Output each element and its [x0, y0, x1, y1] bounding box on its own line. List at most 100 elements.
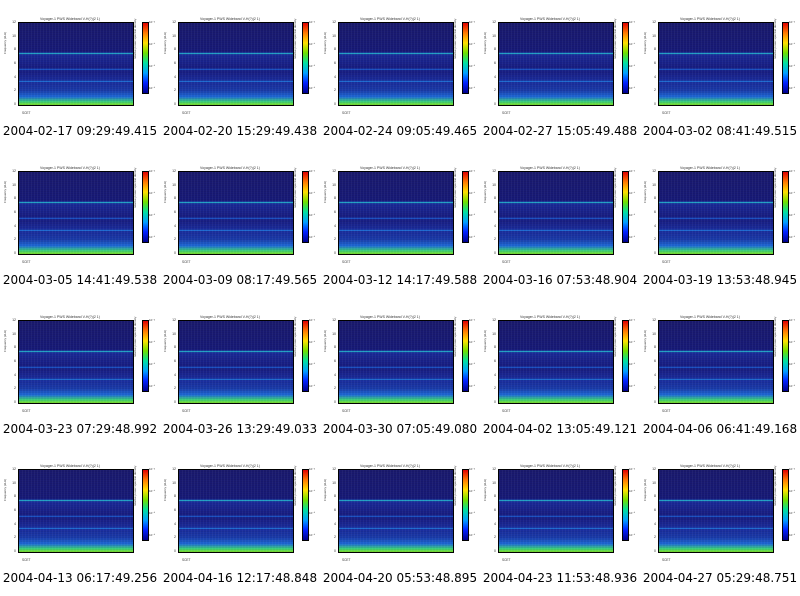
utc-label: SCET: [22, 111, 31, 115]
gallery-item[interactable]: Voyager-1 PWS Wideband V-H(?)(2 1) Freque…: [0, 149, 160, 298]
timestamp-caption[interactable]: 2004-03-09 08:17:49.565: [160, 273, 320, 287]
timestamp-caption[interactable]: 2004-04-20 05:53:48.895: [320, 571, 480, 585]
gallery-item[interactable]: Voyager-1 PWS Wideband V-H(?)(2 1) Freque…: [320, 298, 480, 447]
colorbar-tick-label: 10⁻⁶: [149, 235, 156, 239]
timestamp-caption[interactable]: 2004-03-19 13:53:48.945: [640, 273, 800, 287]
timestamp-caption[interactable]: 2004-02-17 09:29:49.415: [0, 124, 160, 138]
timestamp-caption[interactable]: 2004-03-12 14:17:49.588: [320, 273, 480, 287]
spectrogram-thumbnail[interactable]: Voyager-1 PWS Wideband V-H(?)(2 1) Freque…: [640, 163, 800, 264]
timestamp-caption[interactable]: 2004-04-16 12:17:48.848: [160, 571, 320, 585]
spectrogram-plot: [178, 171, 294, 255]
gallery-item[interactable]: Voyager-1 PWS Wideband V-H(?)(2 1) Freque…: [160, 447, 320, 596]
y-tick-label: 8: [174, 494, 176, 499]
y-axis-ticks: 12 10 8 6 4 2 0: [486, 467, 496, 553]
spectrogram-thumbnail[interactable]: Voyager-1 PWS Wideband V-H(?)(2 1) Freque…: [640, 312, 800, 413]
timestamp-caption[interactable]: 2004-04-27 05:29:48.751: [640, 571, 800, 585]
timestamp-caption[interactable]: 2004-03-16 07:53:48.904: [480, 273, 640, 287]
gallery-item[interactable]: Voyager-1 PWS Wideband V-H(?)(2 1) Freque…: [480, 0, 640, 149]
spectrogram-thumbnail[interactable]: Voyager-1 PWS Wideband V-H(?)(2 1) Freque…: [0, 163, 160, 264]
spectrogram-thumbnail[interactable]: Voyager-1 PWS Wideband V-H(?)(2 1) Freque…: [0, 461, 160, 562]
timestamp-caption[interactable]: 2004-04-13 06:17:49.256: [0, 571, 160, 585]
y-tick-label: 12: [12, 467, 16, 471]
spectrogram-thumbnail[interactable]: Voyager-1 PWS Wideband V-H(?)(2 1) Freque…: [480, 461, 640, 562]
spectrogram-thumbnail[interactable]: Voyager-1 PWS Wideband V-H(?)(2 1) Freque…: [0, 312, 160, 413]
spectrogram-plot: [178, 469, 294, 553]
gallery-item[interactable]: Voyager-1 PWS Wideband V-H(?)(2 1) Freque…: [640, 298, 800, 447]
y-tick-label: 8: [494, 196, 496, 201]
spectrogram-thumbnail[interactable]: Voyager-1 PWS Wideband V-H(?)(2 1) Freque…: [480, 163, 640, 264]
y-tick-label: 6: [174, 61, 176, 65]
gallery-item[interactable]: Voyager-1 PWS Wideband V-H(?)(2 1) Freque…: [160, 298, 320, 447]
spectrogram-thumbnail[interactable]: Voyager-1 PWS Wideband V-H(?)(2 1) Freque…: [160, 312, 320, 413]
colorbar-tick-label: 10⁻⁶: [309, 384, 316, 388]
gallery-item[interactable]: Voyager-1 PWS Wideband V-H(?)(2 1) Freque…: [0, 447, 160, 596]
y-tick-label: 12: [172, 318, 176, 322]
gallery-item[interactable]: Voyager-1 PWS Wideband V-H(?)(2 1) Freque…: [320, 447, 480, 596]
spectrogram-plot: [338, 320, 454, 404]
gallery-item[interactable]: Voyager-1 PWS Wideband V-H(?)(2 1) Freque…: [640, 149, 800, 298]
colorbar-tick-label: 10⁻³: [789, 20, 795, 24]
spectrogram-thumbnail[interactable]: Voyager-1 PWS Wideband V-H(?)(2 1) Freque…: [320, 14, 480, 115]
spectrogram-plot: [658, 320, 774, 404]
y-tick-label: 6: [14, 508, 16, 512]
colorbar: [462, 320, 469, 392]
colorbar-tick-label: 10⁻⁴: [789, 191, 796, 195]
y-tick-label: 0: [174, 400, 176, 404]
gallery-item[interactable]: Voyager-1 PWS Wideband V-H(?)(2 1) Freque…: [480, 298, 640, 447]
spectrogram-plot: [18, 320, 134, 404]
spectrogram-thumbnail[interactable]: Voyager-1 PWS Wideband V-H(?)(2 1) Freque…: [640, 461, 800, 562]
plot-title: Voyager-1 PWS Wideband V-H(?)(2 1): [200, 315, 260, 319]
gallery-item[interactable]: Voyager-1 PWS Wideband V-H(?)(2 1) Freque…: [160, 0, 320, 149]
y-tick-label: 6: [494, 61, 496, 65]
timestamp-caption[interactable]: 2004-03-02 08:41:49.515: [640, 124, 800, 138]
spectrogram-thumbnail[interactable]: Voyager-1 PWS Wideband V-H(?)(2 1) Freque…: [160, 461, 320, 562]
gallery-item[interactable]: Voyager-1 PWS Wideband V-H(?)(2 1) Freque…: [640, 447, 800, 596]
spectrogram-thumbnail[interactable]: Voyager-1 PWS Wideband V-H(?)(2 1) Freque…: [480, 14, 640, 115]
y-tick-label: 4: [174, 521, 176, 526]
colorbar-ticks: 10⁻³ 10⁻⁴ 10⁻⁵ 10⁻⁶: [309, 20, 319, 96]
gallery-item[interactable]: Voyager-1 PWS Wideband V-H(?)(2 1) Freque…: [320, 149, 480, 298]
gallery-item[interactable]: Voyager-1 PWS Wideband V-H(?)(2 1) Freque…: [0, 0, 160, 149]
timestamp-caption[interactable]: 2004-04-06 06:41:49.168: [640, 422, 800, 436]
spectrogram-thumbnail[interactable]: Voyager-1 PWS Wideband V-H(?)(2 1) Freque…: [160, 163, 320, 264]
timestamp-caption[interactable]: 2004-04-02 13:05:49.121: [480, 422, 640, 436]
spectrogram-thumbnail[interactable]: Voyager-1 PWS Wideband V-H(?)(2 1) Freque…: [480, 312, 640, 413]
spectrogram-thumbnail[interactable]: Voyager-1 PWS Wideband V-H(?)(2 1) Freque…: [640, 14, 800, 115]
timestamp-caption[interactable]: 2004-03-05 14:41:49.538: [0, 273, 160, 287]
y-tick-label: 10: [332, 331, 336, 336]
colorbar-ticks: 10⁻³ 10⁻⁴ 10⁻⁵ 10⁻⁶: [469, 169, 479, 245]
spectrogram-thumbnail[interactable]: Voyager-1 PWS Wideband V-H(?)(2 1) Freque…: [320, 312, 480, 413]
colorbar: [142, 469, 149, 541]
y-tick-label: 0: [654, 549, 656, 553]
timestamp-caption[interactable]: 2004-03-26 13:29:49.033: [160, 422, 320, 436]
timestamp-caption[interactable]: 2004-02-27 15:05:49.488: [480, 124, 640, 138]
gallery-item[interactable]: Voyager-1 PWS Wideband V-H(?)(2 1) Freque…: [160, 149, 320, 298]
gallery-item[interactable]: Voyager-1 PWS Wideband V-H(?)(2 1) Freque…: [480, 447, 640, 596]
spectrogram-thumbnail[interactable]: Voyager-1 PWS Wideband V-H(?)(2 1) Freque…: [0, 14, 160, 115]
spectrogram-thumbnail[interactable]: Voyager-1 PWS Wideband V-H(?)(2 1) Freque…: [320, 163, 480, 264]
y-axis-ticks: 12 10 8 6 4 2 0: [646, 467, 656, 553]
timestamp-caption[interactable]: 2004-03-23 07:29:48.992: [0, 422, 160, 436]
utc-label: SCET: [342, 260, 351, 264]
timestamp-caption[interactable]: 2004-02-20 15:29:49.438: [160, 124, 320, 138]
colorbar: [462, 469, 469, 541]
y-tick-label: 10: [12, 182, 16, 187]
gallery-item[interactable]: Voyager-1 PWS Wideband V-H(?)(2 1) Freque…: [640, 0, 800, 149]
gallery-item[interactable]: Voyager-1 PWS Wideband V-H(?)(2 1) Freque…: [480, 149, 640, 298]
gallery-item[interactable]: Voyager-1 PWS Wideband V-H(?)(2 1) Freque…: [0, 298, 160, 447]
spectrogram-thumbnail[interactable]: Voyager-1 PWS Wideband V-H(?)(2 1) Freque…: [160, 14, 320, 115]
colorbar: [142, 171, 149, 243]
timestamp-caption[interactable]: 2004-03-30 07:05:49.080: [320, 422, 480, 436]
colorbar-tick-label: 10⁻⁴: [469, 489, 476, 493]
timestamp-caption[interactable]: 2004-04-23 11:53:48.936: [480, 571, 640, 585]
gallery-item[interactable]: Voyager-1 PWS Wideband V-H(?)(2 1) Freque…: [320, 0, 480, 149]
spectrogram-thumbnail[interactable]: Voyager-1 PWS Wideband V-H(?)(2 1) Freque…: [320, 461, 480, 562]
y-tick-label: 12: [332, 169, 336, 173]
timestamp-caption[interactable]: 2004-02-24 09:05:49.465: [320, 124, 480, 138]
y-axis-ticks: 12 10 8 6 4 2 0: [486, 318, 496, 404]
colorbar-tick-label: 10⁻⁶: [789, 384, 796, 388]
utc-label: SCET: [182, 409, 191, 413]
y-tick-label: 0: [334, 251, 336, 255]
y-tick-label: 10: [652, 33, 656, 38]
y-tick-label: 6: [654, 508, 656, 512]
